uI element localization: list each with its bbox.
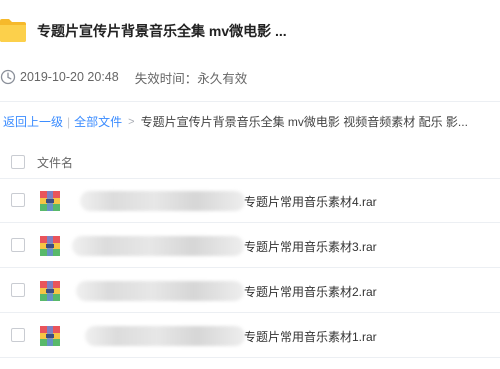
blurred-region	[76, 281, 244, 301]
file-name[interactable]: 专题片常用音乐素材4.rar	[244, 193, 377, 210]
file-name[interactable]: 专题片常用音乐素材2.rar	[244, 283, 377, 300]
divider	[0, 101, 500, 102]
share-title: 专题片宣传片背景音乐全集 mv微电影 ...	[37, 23, 287, 39]
file-name[interactable]: 专题片常用音乐素材1.rar	[244, 328, 377, 345]
blurred-region	[85, 326, 245, 346]
rar-archive-icon	[40, 191, 60, 211]
select-all-checkbox[interactable]	[11, 155, 25, 169]
row-checkbox[interactable]	[11, 283, 25, 297]
divider	[0, 357, 500, 358]
breadcrumb-current: 专题片宣传片背景音乐全集 mv微电影 视频音频素材 配乐 影...	[140, 115, 468, 129]
column-filename: 文件名	[37, 155, 74, 170]
share-header: 专题片宣传片背景音乐全集 mv微电影 ...	[0, 0, 500, 62]
row-checkbox[interactable]	[11, 238, 25, 252]
blurred-region	[72, 236, 244, 256]
file-list-header: 文件名	[0, 147, 500, 177]
share-meta: 2019-10-20 20:48 失效时间：永久有效	[0, 64, 247, 90]
row-checkbox[interactable]	[11, 193, 25, 207]
breadcrumb: 返回上一级 | 全部文件 > 专题片宣传片背景音乐全集 mv微电影 视频音频素材…	[3, 113, 468, 130]
file-row[interactable]: 专题片常用音乐素材2.rar	[0, 268, 500, 313]
rar-archive-icon	[40, 281, 60, 301]
file-row[interactable]: 专题片常用音乐素材3.rar	[0, 223, 500, 268]
breadcrumb-arrow-icon: >	[128, 115, 135, 128]
folder-icon	[0, 19, 26, 42]
back-link[interactable]: 返回上一级	[3, 113, 63, 130]
clock-icon	[0, 69, 16, 85]
row-checkbox[interactable]	[11, 328, 25, 342]
rar-archive-icon	[40, 326, 60, 346]
breadcrumb-separator: |	[67, 114, 71, 129]
expire-time: 失效时间：永久有效	[134, 71, 248, 86]
blurred-region	[80, 191, 245, 211]
file-row[interactable]: 专题片常用音乐素材1.rar	[0, 313, 500, 358]
rar-archive-icon	[40, 236, 60, 256]
all-files-link[interactable]: 全部文件	[74, 113, 122, 130]
file-row[interactable]: 专题片常用音乐素材4.rar	[0, 178, 500, 223]
share-date: 2019-10-20 20:48	[20, 70, 119, 84]
file-name[interactable]: 专题片常用音乐素材3.rar	[244, 238, 377, 255]
